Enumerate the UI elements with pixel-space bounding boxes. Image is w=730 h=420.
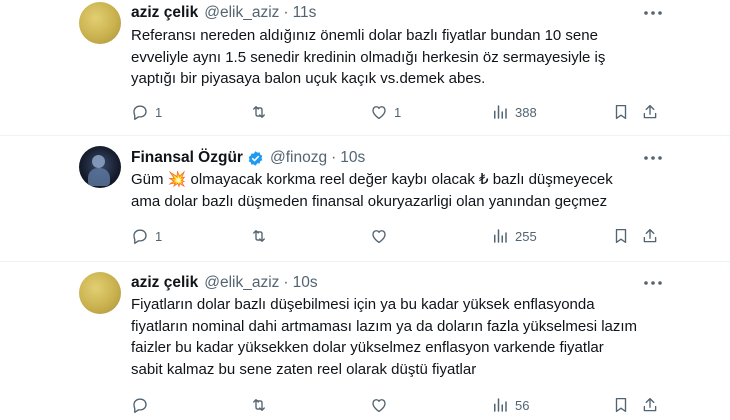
like-button[interactable] — [370, 394, 388, 416]
reply-count: 1 — [155, 228, 163, 244]
more-icon[interactable] — [640, 148, 666, 168]
views-button[interactable]: 255 — [491, 225, 537, 247]
like-icon — [370, 227, 388, 245]
share-icon — [641, 227, 659, 245]
display-name[interactable]: aziz çelik — [131, 274, 198, 292]
tweet-text: Güm 💥 olmayacak korkma reel değer kaybı … — [131, 169, 691, 212]
user-handle[interactable]: @finozg — [270, 149, 327, 167]
tweet[interactable]: Finansal Özgür @finozg · 10s Güm 💥 olmay… — [0, 136, 730, 262]
collision-emoji: 💥 — [167, 171, 187, 188]
more-icon[interactable] — [640, 3, 666, 23]
retweet-button[interactable] — [249, 225, 269, 247]
tweet-header: Finansal Özgür @finozg · 10s — [131, 148, 365, 168]
retweet-icon — [249, 396, 269, 414]
share-button[interactable] — [641, 394, 659, 416]
views-count: 56 — [515, 397, 530, 413]
avatar[interactable] — [79, 146, 121, 188]
tweet-text: Fiyatların dolar bazlı düşebilmesi için … — [131, 294, 691, 380]
like-count: 1 — [394, 104, 402, 120]
views-button[interactable]: 56 — [491, 394, 529, 416]
tweet-header: aziz çelik @elik_aziz · 11s — [131, 3, 316, 23]
share-button[interactable] — [641, 225, 659, 247]
more-icon[interactable] — [640, 273, 666, 293]
tweet-text-line: fiyatların nominal dahi artmaması lazım … — [131, 317, 638, 335]
avatar[interactable] — [79, 2, 121, 44]
display-name[interactable]: aziz çelik — [131, 4, 198, 22]
tweet-text-line: Referansı nereden aldığınız önemli dolar… — [131, 27, 598, 44]
like-button[interactable] — [370, 225, 388, 247]
tweet-header: aziz çelik @elik_aziz · 10s — [131, 273, 318, 293]
bookmark-icon — [612, 396, 630, 414]
tweet-text-segment: olmayacak korkma reel değer kaybı olacak… — [186, 171, 613, 188]
tweet-text-line: evveliyle aynı 1.5 senedir kredinin olma… — [131, 48, 606, 66]
timestamp[interactable]: 11s — [293, 4, 317, 22]
tweet-text-line: ama dolar bazlı düşmeden finansal okurya… — [131, 192, 608, 210]
tweet-text-line: sabit kalmaz bu sene zaten reel olarak d… — [131, 360, 477, 378]
action-bar: 1 255 — [0, 225, 730, 247]
action-bar: 1 1 388 — [0, 101, 730, 123]
reply-icon — [131, 227, 149, 245]
reply-icon — [131, 396, 149, 414]
tweet[interactable]: aziz çelik @elik_aziz · 11s Referansı ne… — [0, 0, 730, 136]
timestamp[interactable]: 10s — [293, 274, 318, 292]
timestamp[interactable]: 10s — [340, 149, 365, 167]
tweet-text-line: yaptığı bir piyasaya balon uçuk kaçık vs… — [131, 70, 486, 87]
reply-icon — [131, 103, 149, 121]
bookmark-button[interactable] — [612, 394, 630, 416]
views-icon — [491, 396, 509, 414]
like-icon — [370, 103, 388, 121]
views-count: 388 — [515, 104, 537, 120]
action-bar: 56 — [0, 394, 730, 416]
reply-button[interactable]: 1 — [131, 101, 162, 123]
separator-dot: · — [283, 4, 289, 21]
avatar[interactable] — [79, 272, 121, 314]
separator-dot: · — [331, 149, 337, 166]
tweet-text-line: Fiyatların dolar bazlı düşebilmesi için … — [131, 296, 595, 313]
tweet-text-line: Güm 💥 olmayacak korkma reel değer kaybı … — [131, 169, 691, 191]
views-icon — [491, 227, 509, 245]
views-icon — [491, 103, 509, 121]
bookmark-icon — [612, 227, 630, 245]
retweet-icon — [249, 227, 269, 245]
retweet-button[interactable] — [249, 394, 269, 416]
tweet[interactable]: aziz çelik @elik_aziz · 10s Fiyatların d… — [0, 262, 730, 420]
verified-badge-icon — [247, 150, 264, 167]
bookmark-button[interactable] — [612, 101, 630, 123]
display-name[interactable]: Finansal Özgür — [131, 149, 243, 167]
share-button[interactable] — [641, 101, 659, 123]
like-button[interactable]: 1 — [370, 101, 401, 123]
reply-count: 1 — [155, 104, 163, 120]
bookmark-button[interactable] — [612, 225, 630, 247]
share-icon — [641, 103, 659, 121]
retweet-button[interactable] — [249, 101, 269, 123]
bookmark-icon — [612, 103, 630, 121]
views-button[interactable]: 388 — [491, 101, 537, 123]
views-count: 255 — [515, 228, 537, 244]
like-icon — [370, 396, 388, 414]
retweet-icon — [249, 103, 269, 121]
share-icon — [641, 396, 659, 414]
tweet-text-segment: Güm — [131, 171, 168, 188]
user-handle[interactable]: @elik_aziz — [204, 274, 279, 292]
reply-button[interactable]: 1 — [131, 225, 162, 247]
tweet-text-line: faizler bu kadar yüksekken dolar yükselm… — [131, 339, 604, 356]
separator-dot: · — [283, 274, 289, 291]
reply-button[interactable] — [131, 394, 149, 416]
user-handle[interactable]: @elik_aziz — [204, 4, 279, 22]
tweet-text: Referansı nereden aldığınız önemli dolar… — [131, 25, 691, 90]
